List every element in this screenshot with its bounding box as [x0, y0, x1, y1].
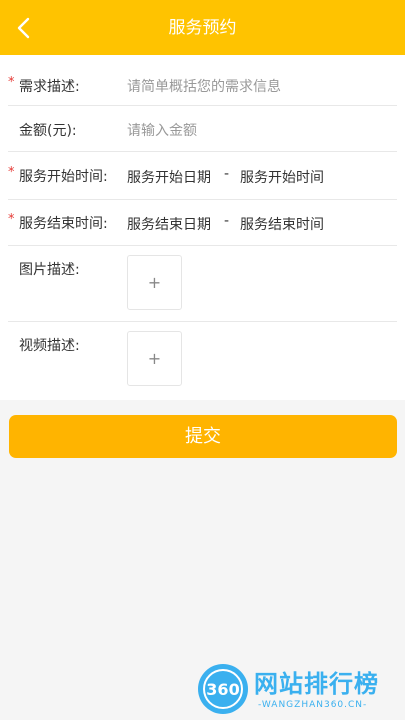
start-time-row: * 服务开始时间: 服务开始日期 - 服务开始时间 [0, 152, 405, 199]
plus-icon: + [147, 349, 162, 368]
watermark-title: 网站排行榜 [254, 670, 379, 698]
start-time-picker[interactable]: 服务开始时间 [240, 167, 324, 187]
add-video-button[interactable]: + [127, 331, 182, 386]
end-date-picker[interactable]: 服务结束日期 [127, 214, 211, 234]
demand-label: 需求描述: [19, 79, 80, 95]
range-separator: - [224, 166, 230, 182]
end-time-row: * 服务结束时间: 服务结束日期 - 服务结束时间 [0, 200, 405, 247]
page-title: 服务预约 [168, 18, 237, 38]
submit-button[interactable]: 提交 [9, 415, 397, 458]
demand-row: * 需求描述: 请简单概括您的需求信息 [0, 55, 405, 105]
add-image-button[interactable]: + [127, 255, 182, 310]
required-mark: * [8, 212, 15, 227]
amount-input[interactable]: 请输入金额 [127, 120, 197, 140]
start-time-label: 服务开始时间: [19, 169, 108, 185]
booking-form: * 需求描述: 请简单概括您的需求信息 金额(元): 请输入金额 * 服务开始时… [0, 55, 405, 400]
top-bar: 服务预约 [0, 0, 405, 55]
site-watermark: 360 网站排行榜 -WANGZHAN360.CN- [192, 660, 402, 718]
range-separator: - [224, 213, 230, 229]
plus-icon: + [147, 273, 162, 292]
image-row: 图片描述: + [0, 246, 405, 321]
required-mark: * [8, 75, 15, 90]
demand-input[interactable]: 请简单概括您的需求信息 [127, 76, 281, 96]
video-row: 视频描述: + [0, 322, 405, 400]
end-time-picker[interactable]: 服务结束时间 [240, 214, 324, 234]
video-label: 视频描述: [19, 338, 80, 354]
logo-text: 360 [206, 680, 239, 699]
360-logo-icon: 360 [198, 664, 248, 714]
end-time-label: 服务结束时间: [19, 216, 108, 232]
required-mark: * [8, 165, 15, 180]
image-label: 图片描述: [19, 262, 80, 278]
amount-row: 金额(元): 请输入金额 [0, 106, 405, 151]
watermark-subtitle: -WANGZHAN360.CN- [258, 700, 368, 710]
start-date-picker[interactable]: 服务开始日期 [127, 167, 211, 187]
amount-label: 金额(元): [19, 123, 77, 139]
